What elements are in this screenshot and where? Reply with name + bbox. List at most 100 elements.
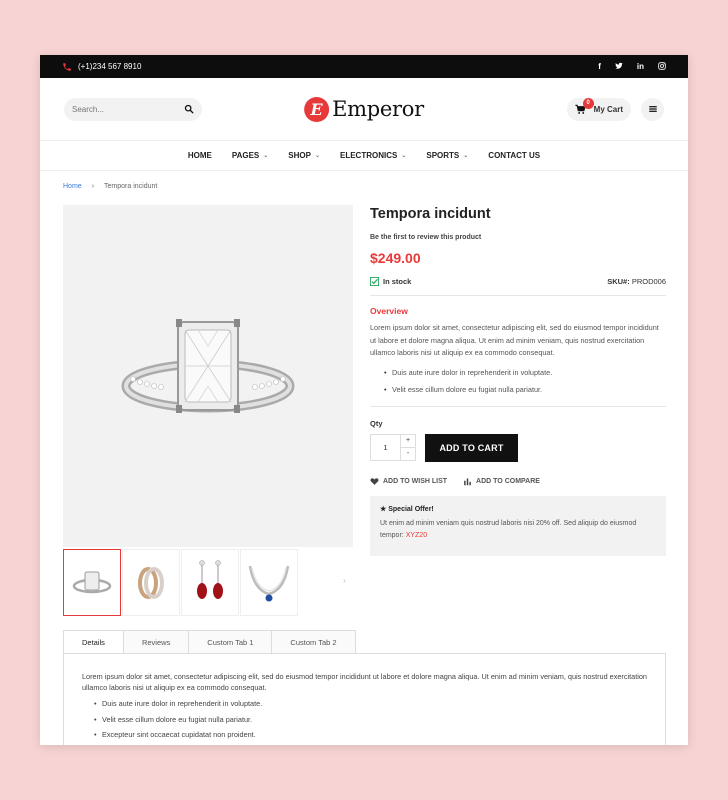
star-icon: ★ [380, 505, 387, 513]
nav-item-contact[interactable]: CONTACT US [478, 151, 550, 160]
list-item: Duis aute irure dolor in reprehenderit i… [94, 696, 647, 712]
bar-chart-icon [464, 478, 471, 485]
qty-decrease-button[interactable]: - [401, 447, 416, 461]
qty-label: Qty [370, 418, 383, 428]
phone-contact[interactable]: (+1)234 567 8910 [62, 62, 141, 72]
nav-label: SHOP [288, 151, 311, 160]
logo-text: Emperor [332, 97, 424, 121]
stock-label: In stock [383, 277, 412, 286]
nav-label: HOME [187, 151, 212, 160]
product-price: $249.00 [370, 250, 421, 266]
qty-row: 1 + - ADD TO CART [370, 433, 666, 462]
sku-label: SKU#: [607, 277, 630, 286]
offer-code: XYZ20 [405, 532, 428, 539]
header-actions: 0 My Cart [566, 97, 664, 121]
stock-status: In stock [370, 277, 411, 286]
details-text: Lorem ipsum dolor sit amet, consectetur … [82, 672, 647, 692]
product-actions: ADD TO WISH LIST ADD TO COMPARE [370, 477, 666, 486]
social-links: f in [598, 61, 666, 72]
sku: SKU#: PROD006 [607, 277, 666, 286]
sku-value: PROD006 [631, 277, 666, 286]
product-main-image[interactable] [63, 205, 353, 547]
chevron-right-icon[interactable]: › [343, 576, 346, 585]
nav-label: CONTACT US [488, 151, 541, 160]
details-bullets: Duis aute irure dolor in reprehenderit i… [82, 696, 647, 743]
list-item: Duis aute irure dolor in reprehenderit i… [384, 364, 666, 381]
cart-label: My Cart [593, 104, 623, 114]
offer-title: ★ Special Offer! [380, 505, 656, 513]
wishlist-label: ADD TO WISH LIST [383, 477, 448, 485]
nav-item-shop[interactable]: SHOP ⌄ [278, 151, 330, 160]
list-item: Velit esse cillum dolore eu fugiat nulla… [384, 381, 666, 398]
page-frame: (+1)234 567 8910 f in E Emperor 0 My [40, 55, 688, 745]
earrings-thumb-image [197, 559, 223, 599]
tab-custom-2[interactable]: Custom Tab 2 [272, 630, 356, 654]
twitter-icon[interactable] [615, 62, 623, 72]
nav-item-pages[interactable]: PAGES ⌄ [222, 151, 278, 160]
tab-custom-1[interactable]: Custom Tab 1 [189, 630, 273, 654]
review-link[interactable]: Be the first to review this product [370, 234, 666, 241]
cart-count-badge: 0 [582, 97, 594, 109]
logo-mark: E [304, 96, 330, 122]
add-to-cart-button[interactable]: ADD TO CART [425, 433, 518, 462]
facebook-icon[interactable]: f [598, 62, 601, 71]
product-thumbnails [63, 549, 298, 616]
wishlist-button[interactable]: ADD TO WISH LIST [370, 477, 447, 486]
nav-item-sports[interactable]: SPORTS ⌄ [416, 151, 478, 160]
site-header: E Emperor 0 My Cart [40, 78, 688, 141]
thumbnail-ring[interactable] [63, 549, 121, 616]
check-icon [370, 277, 379, 286]
search-input[interactable] [72, 104, 172, 114]
phone-number: (+1)234 567 8910 [78, 62, 142, 71]
main-nav: HOME PAGES ⌄ SHOP ⌄ ELECTRONICS ⌄ SPORTS ⌄ C… [40, 141, 688, 171]
compare-button[interactable]: ADD TO COMPARE [463, 477, 540, 486]
necklace-thumb-image [248, 565, 290, 601]
chevron-right-icon: › [91, 183, 95, 190]
breadcrumb-home[interactable]: Home [63, 183, 82, 190]
nav-item-electronics[interactable]: ELECTRONICS ⌄ [330, 151, 416, 160]
nav-item-home[interactable]: HOME [178, 151, 222, 160]
menu-button[interactable] [641, 97, 664, 121]
chevron-down-icon: ⌄ [463, 153, 469, 159]
nav-label: PAGES [231, 151, 260, 160]
nav-label: SPORTS [426, 151, 460, 160]
product-tabs: Details Reviews Custom Tab 1 Custom Tab … [63, 630, 356, 654]
chevron-down-icon: ⌄ [263, 153, 269, 159]
list-item: Velit esse cillum dolore eu fugiat nulla… [94, 712, 647, 728]
breadcrumb: Home › Tempora incidunt [63, 183, 157, 190]
search-icon[interactable] [184, 104, 194, 114]
chevron-down-icon: ⌄ [401, 153, 407, 159]
overview-text: Lorem ipsum dolor sit amet, consectetur … [370, 323, 659, 357]
tab-details[interactable]: Details [63, 630, 124, 654]
breadcrumb-current: Tempora incidunt [104, 183, 158, 190]
quantity-stepper: 1 + - [370, 434, 416, 461]
product-title: Tempora incidunt [370, 206, 491, 222]
linkedin-icon[interactable]: in [637, 62, 644, 71]
thumbnail-necklace[interactable] [240, 549, 298, 616]
stock-sku-row: In stock SKU#: PROD006 [370, 277, 666, 296]
site-logo[interactable]: E Emperor [304, 96, 424, 122]
overview-bullets: Duis aute irure dolor in reprehenderit i… [370, 364, 666, 398]
nav-label: ELECTRONICS [339, 151, 398, 160]
top-bar: (+1)234 567 8910 f in [40, 55, 688, 78]
tab-reviews[interactable]: Reviews [123, 630, 190, 654]
offer-text-wrap: Ut enim ad minim veniam quis nostrud lab… [380, 518, 656, 543]
qty-increase-button[interactable]: + [401, 434, 416, 448]
thumbnail-band[interactable] [122, 549, 180, 616]
heart-icon [370, 477, 379, 485]
band-thumb-image [138, 566, 164, 599]
offer-title-label: Special Offer! [388, 505, 434, 513]
thumbnail-earrings[interactable] [181, 549, 239, 616]
instagram-icon[interactable] [658, 61, 666, 72]
tab-panel-details: Lorem ipsum dolor sit amet, consectetur … [63, 653, 666, 745]
list-item: Excepteur sint occaecat cupidatat non pr… [94, 727, 647, 743]
cart-button[interactable]: 0 My Cart [566, 97, 631, 121]
ring-thumb-image [72, 571, 112, 593]
divider [370, 405, 666, 407]
product-info: Tempora incidunt Be the first to review … [370, 205, 666, 556]
hamburger-icon [648, 106, 657, 112]
qty-input[interactable]: 1 [370, 434, 401, 461]
compare-label: ADD TO COMPARE [476, 477, 540, 485]
ring-image [121, 319, 295, 413]
chevron-down-icon: ⌄ [314, 153, 320, 159]
